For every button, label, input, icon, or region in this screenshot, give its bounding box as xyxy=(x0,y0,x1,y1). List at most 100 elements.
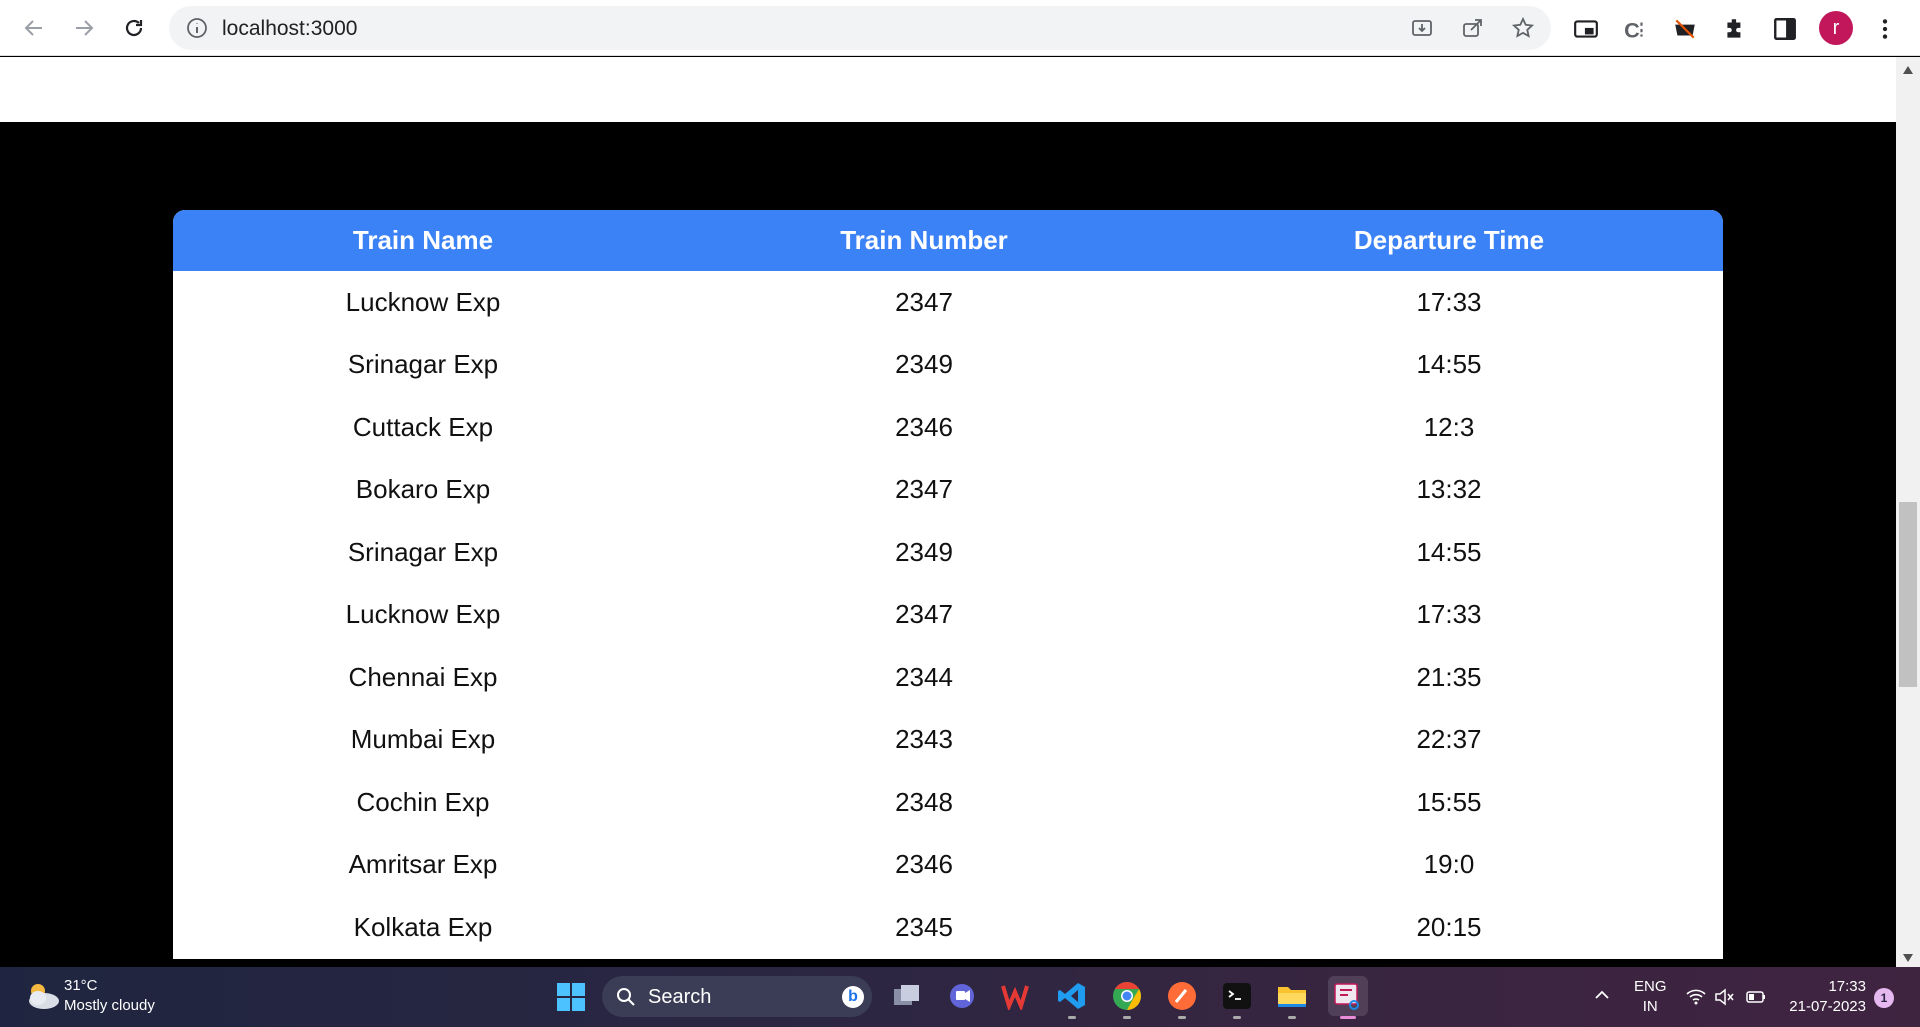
postman-icon[interactable] xyxy=(1165,979,1199,1019)
cell-train-name: Kolkata Exp xyxy=(353,911,493,942)
table-header-row: Train Name Train Number Departure Time xyxy=(173,210,1723,271)
running-indicator xyxy=(1178,1016,1186,1019)
cell-train-number: 2345 xyxy=(895,911,953,942)
cell-train-number: 2347 xyxy=(895,474,953,505)
task-view-icon[interactable] xyxy=(890,979,924,1013)
bookmark-star-icon[interactable] xyxy=(1511,16,1535,40)
page-header-area xyxy=(0,57,1896,122)
running-indicator xyxy=(1123,1016,1131,1019)
search-label: Search xyxy=(648,986,712,1008)
taskbar-search[interactable]: Search b xyxy=(602,976,872,1017)
scroll-up-arrow[interactable] xyxy=(1896,61,1920,79)
table-body: Lucknow Exp 2347 17:33 Srinagar Exp 2349 14:5… xyxy=(173,271,1723,959)
table-row: Srinagar Exp 2349 14:55 xyxy=(173,334,1723,397)
cell-departure-time: 19:0 xyxy=(1423,849,1475,880)
windows-taskbar: 31°C Mostly cloudy Search b ENG IN 17:33… xyxy=(0,967,1920,1027)
cell-train-name: Mumbai Exp xyxy=(350,724,496,755)
triangle-down-icon xyxy=(1903,954,1913,962)
vscode-icon[interactable] xyxy=(1055,979,1089,1019)
cell-train-name: Amritsar Exp xyxy=(348,849,498,880)
extension-c-icon[interactable]: C xyxy=(1622,16,1648,42)
table-row: Chennai Exp 2344 21:35 xyxy=(173,646,1723,709)
page-scrollbar[interactable] xyxy=(1896,57,1920,967)
table-row: Lucknow Exp 2347 17:33 xyxy=(173,271,1723,334)
search-icon xyxy=(617,988,635,1006)
cloudy-weather-icon[interactable] xyxy=(22,979,62,1013)
weather-temperature[interactable]: 31°C xyxy=(64,977,98,994)
volume-muted-icon[interactable] xyxy=(1714,987,1734,1007)
cell-departure-time: 22:37 xyxy=(1416,724,1482,755)
cell-departure-time: 20:15 xyxy=(1416,911,1482,942)
cell-departure-time: 12:3 xyxy=(1423,411,1475,442)
table-row: Amritsar Exp 2346 19:0 xyxy=(173,834,1723,897)
running-indicator xyxy=(1288,1016,1296,1019)
bing-icon[interactable]: b xyxy=(842,986,864,1008)
system-clock[interactable]: 17:33 21-07-2023 xyxy=(1786,977,1866,1017)
header-train-number: Train Number xyxy=(840,225,1008,255)
cell-train-number: 2348 xyxy=(895,786,953,817)
cell-departure-time: 15:55 xyxy=(1416,786,1482,817)
side-panel-icon[interactable] xyxy=(1772,16,1798,42)
table-row: Bokaro Exp 2347 13:32 xyxy=(173,459,1723,522)
weather-condition[interactable]: Mostly cloudy xyxy=(64,997,155,1014)
running-indicator xyxy=(1233,1016,1241,1019)
share-icon[interactable] xyxy=(1461,16,1485,40)
language-code: ENG xyxy=(1634,978,1667,995)
notification-badge[interactable]: 1 xyxy=(1874,988,1894,1008)
chrome-icon[interactable] xyxy=(1110,979,1144,1019)
region-code: IN xyxy=(1642,998,1658,1015)
table-row: Cochin Exp 2348 15:55 xyxy=(173,771,1723,834)
url-text[interactable]: localhost:3000 xyxy=(222,17,357,41)
wifi-icon[interactable] xyxy=(1686,987,1706,1007)
chevron-up-icon[interactable] xyxy=(1594,987,1610,1003)
cell-train-name: Srinagar Exp xyxy=(347,536,499,567)
extension-mask-icon[interactable] xyxy=(1672,16,1698,42)
triangle-up-icon xyxy=(1903,66,1913,74)
snipping-tool-icon[interactable] xyxy=(1328,976,1368,1019)
reload-icon xyxy=(125,19,143,37)
scroll-down-arrow[interactable] xyxy=(1896,949,1920,967)
table-row: Lucknow Exp 2347 17:33 xyxy=(173,584,1723,647)
file-explorer-icon[interactable] xyxy=(1275,979,1309,1019)
terminal-icon[interactable] xyxy=(1220,979,1254,1019)
cell-train-number: 2349 xyxy=(895,349,953,380)
info-icon[interactable] xyxy=(185,16,209,40)
picture-in-picture-icon[interactable] xyxy=(1573,16,1599,42)
cell-train-name: Cochin Exp xyxy=(356,786,490,817)
cell-train-number: 2347 xyxy=(895,599,953,630)
cell-train-number: 2343 xyxy=(895,724,953,755)
browser-toolbar: localhost:3000 C r xyxy=(0,0,1920,56)
running-indicator xyxy=(1340,1016,1356,1019)
address-bar[interactable]: localhost:3000 xyxy=(169,6,1551,50)
forward-button[interactable] xyxy=(64,8,104,48)
scroll-thumb[interactable] xyxy=(1899,502,1917,687)
teams-chat-icon[interactable] xyxy=(945,979,979,1013)
cell-train-name: Lucknow Exp xyxy=(345,599,501,630)
svg-text:C: C xyxy=(1624,18,1640,42)
clock-date: 21-07-2023 xyxy=(1789,998,1866,1015)
header-departure-time: Departure Time xyxy=(1353,225,1545,255)
cell-departure-time: 14:55 xyxy=(1416,349,1482,380)
wps-office-icon[interactable] xyxy=(1000,979,1034,1013)
extensions-puzzle-icon[interactable] xyxy=(1722,16,1748,42)
cell-train-number: 2344 xyxy=(895,661,953,692)
install-app-icon[interactable] xyxy=(1410,16,1434,40)
clock-time: 17:33 xyxy=(1828,978,1866,995)
header-train-name: Train Name xyxy=(352,225,494,255)
more-menu-icon[interactable] xyxy=(1872,16,1898,42)
cell-departure-time: 17:33 xyxy=(1416,599,1482,630)
table-row: Mumbai Exp 2343 22:37 xyxy=(173,709,1723,772)
cell-train-number: 2347 xyxy=(895,286,953,317)
cell-train-name: Srinagar Exp xyxy=(347,349,499,380)
cell-train-number: 2346 xyxy=(895,411,953,442)
battery-icon[interactable] xyxy=(1746,987,1766,1007)
language-indicator[interactable]: ENG IN xyxy=(1634,977,1667,1017)
running-indicator xyxy=(1068,1016,1076,1019)
cell-departure-time: 17:33 xyxy=(1416,286,1482,317)
profile-avatar[interactable]: r xyxy=(1819,11,1853,45)
reload-button[interactable] xyxy=(114,8,154,48)
back-button[interactable] xyxy=(14,8,54,48)
cell-train-name: Lucknow Exp xyxy=(345,286,501,317)
cell-train-number: 2346 xyxy=(895,849,953,880)
windows-start-icon[interactable] xyxy=(556,982,586,1012)
